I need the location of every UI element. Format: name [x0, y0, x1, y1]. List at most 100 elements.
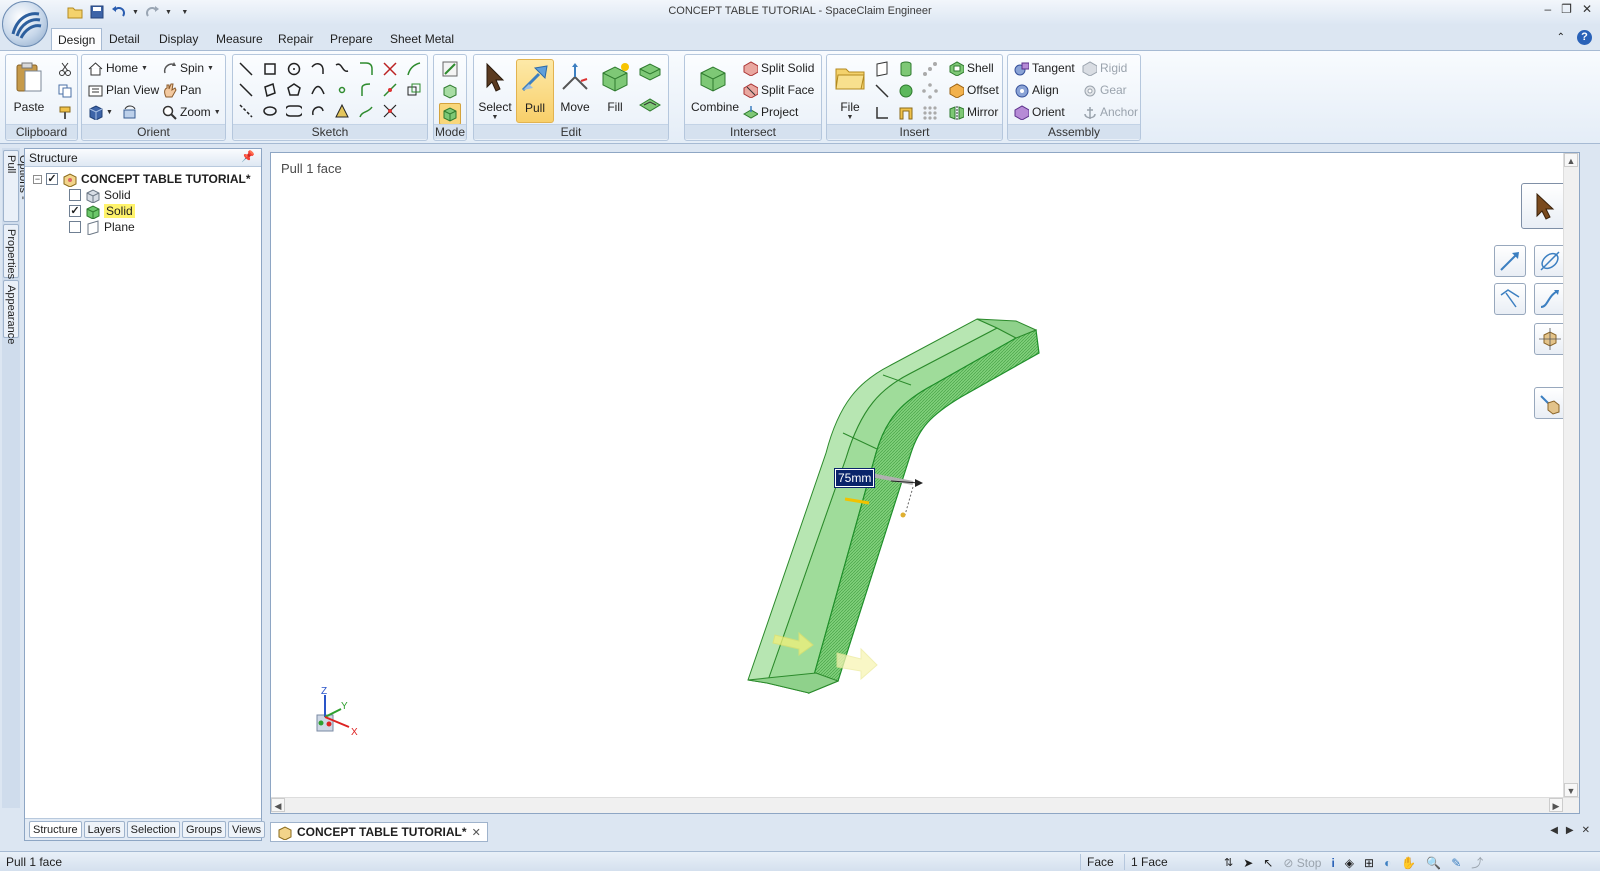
corner-icon[interactable] — [381, 102, 399, 120]
plan-view-button[interactable]: Plan View — [88, 80, 159, 100]
trim-icon[interactable] — [381, 60, 399, 78]
design-viewport[interactable]: Pull 1 face 75mm Z Y X ▲ ▼ ◀ ▶ — [270, 152, 1580, 814]
up-to-tool-guide[interactable] — [1534, 323, 1566, 355]
rigid-button[interactable]: Rigid — [1082, 58, 1127, 78]
polygon-icon[interactable] — [285, 81, 303, 99]
maximize-button[interactable]: ❐ — [1561, 2, 1572, 16]
tab-appearance[interactable]: Appearance — [3, 280, 19, 344]
sweep-arc-icon[interactable] — [405, 60, 423, 78]
orient-constraint-button[interactable]: Orient — [1014, 102, 1065, 122]
home-button[interactable]: Home ▼ — [88, 58, 148, 78]
sketch-grid-icon[interactable]: ⊞ — [1364, 856, 1374, 870]
model-canvas[interactable] — [271, 153, 1561, 793]
select-mode-icon[interactable]: ↖ — [1263, 856, 1273, 870]
plane-checkbox[interactable] — [69, 221, 81, 233]
tangent-arc-icon[interactable] — [309, 81, 327, 99]
pan-button[interactable]: Pan — [162, 80, 201, 100]
horizontal-scrollbar[interactable]: ◀ ▶ — [271, 797, 1579, 813]
rectangle-icon[interactable] — [261, 60, 279, 78]
status-zoom-icon[interactable]: 🔍 — [1426, 856, 1441, 870]
application-menu-button[interactable] — [2, 1, 48, 47]
direction-tool-guide[interactable] — [1494, 245, 1526, 277]
tangent-button[interactable]: Tangent — [1014, 58, 1075, 78]
split-solid-button[interactable]: Split Solid — [743, 58, 814, 78]
select-button[interactable]: Select ▼ — [476, 59, 514, 123]
vertical-scrollbar[interactable]: ▲ ▼ — [1563, 153, 1579, 813]
spline-icon[interactable] — [333, 60, 351, 78]
tab-options-pull[interactable]: Options - Pull — [3, 150, 29, 222]
shell-solid-icon[interactable] — [897, 104, 915, 122]
polyline-icon[interactable] — [237, 81, 255, 99]
3d-mode-icon[interactable] — [439, 103, 461, 125]
pattern-icon[interactable] — [921, 60, 939, 78]
face-curve-icon[interactable] — [333, 102, 351, 120]
scroll-down-icon[interactable]: ▼ — [1564, 783, 1578, 797]
grid-pattern-icon[interactable] — [921, 104, 939, 122]
render-style-icon[interactable]: ◐ — [1384, 856, 1391, 870]
blend-icon[interactable] — [638, 61, 662, 85]
selection-filter[interactable]: Face — [1080, 854, 1120, 870]
align-button[interactable]: Align — [1014, 80, 1059, 100]
paste-button[interactable]: Paste — [10, 59, 48, 123]
customize-icon[interactable]: ▼ — [176, 3, 194, 21]
tab-measure[interactable]: Measure — [210, 30, 269, 48]
combine-button[interactable]: Combine — [691, 59, 739, 123]
scale-curve-icon[interactable] — [405, 102, 423, 120]
sketch-mode-icon[interactable] — [441, 60, 459, 78]
offset-curve-icon[interactable] — [405, 81, 423, 99]
arc-icon[interactable] — [309, 60, 327, 78]
minimize-button[interactable]: – — [1544, 2, 1551, 16]
close-button[interactable]: ✕ — [1582, 2, 1592, 16]
open-icon[interactable] — [66, 3, 84, 21]
tab-structure[interactable]: Structure — [29, 821, 82, 838]
tab-selection[interactable]: Selection — [126, 821, 180, 838]
cursor-filter-icon[interactable]: ➤ — [1243, 856, 1253, 870]
zoom-button[interactable]: Zoom ▼ — [162, 102, 221, 122]
save-icon[interactable] — [88, 3, 106, 21]
tab-sheet-metal[interactable]: Sheet Metal — [384, 30, 460, 48]
redo-icon[interactable] — [143, 3, 161, 21]
select-tool-guide[interactable] — [1521, 183, 1567, 229]
three-point-arc-icon[interactable] — [309, 102, 327, 120]
solid-2-checkbox[interactable]: ✓ — [69, 205, 81, 217]
split-curve-icon[interactable] — [381, 81, 399, 99]
gear-button[interactable]: Gear — [1082, 80, 1127, 100]
revolve-tool-guide[interactable] — [1534, 245, 1566, 277]
tab-design[interactable]: Design — [51, 28, 103, 51]
plane-icon[interactable] — [873, 60, 891, 78]
circle-icon[interactable] — [285, 60, 303, 78]
anchor-button[interactable]: Anchor — [1082, 102, 1138, 122]
split-face-button[interactable]: Split Face — [743, 80, 814, 100]
section-mode-icon[interactable] — [441, 82, 459, 100]
undo-dropdown-icon[interactable]: ▼ — [132, 9, 139, 16]
root-checkbox[interactable]: ✓ — [46, 173, 58, 185]
ellipse-icon[interactable] — [261, 102, 279, 120]
slot-icon[interactable] — [285, 102, 303, 120]
axis-icon[interactable] — [873, 82, 891, 100]
three-point-rectangle-icon[interactable] — [261, 81, 279, 99]
draft-tool-guide[interactable] — [1494, 283, 1526, 315]
tree-item-solid-1[interactable]: Solid — [69, 187, 131, 203]
scroll-up-icon[interactable]: ▲ — [1564, 153, 1578, 167]
point-icon[interactable] — [333, 81, 351, 99]
tree-root[interactable]: − ✓ CONCEPT TABLE TUTORIAL* — [33, 171, 251, 187]
tab-views[interactable]: Views — [228, 821, 266, 838]
origin-icon[interactable] — [873, 104, 891, 122]
dimension-value[interactable]: 75mm — [833, 468, 876, 488]
project-button[interactable]: Project — [743, 102, 798, 122]
shell-button[interactable]: Shell — [949, 58, 994, 78]
tab-detail[interactable]: Detail — [103, 30, 146, 48]
sphere-icon[interactable] — [897, 82, 915, 100]
spin-button[interactable]: Spin ▼ — [162, 58, 214, 78]
smart-select-icon[interactable]: ⇅ — [1224, 856, 1233, 869]
info-icon[interactable]: i — [1331, 856, 1334, 870]
full-pull-tool-guide[interactable] — [1534, 387, 1566, 419]
solid-1-checkbox[interactable] — [69, 189, 81, 201]
undo-icon[interactable] — [110, 3, 128, 21]
redo-dropdown-icon[interactable]: ▼ — [165, 9, 172, 16]
bent-beam-solid[interactable] — [747, 318, 1040, 695]
sweep-tool-guide[interactable] — [1534, 283, 1566, 315]
view-cube-button[interactable]: ▼ — [88, 102, 137, 122]
circular-pattern-icon[interactable] — [921, 82, 939, 100]
tab-display[interactable]: Display — [153, 30, 204, 48]
